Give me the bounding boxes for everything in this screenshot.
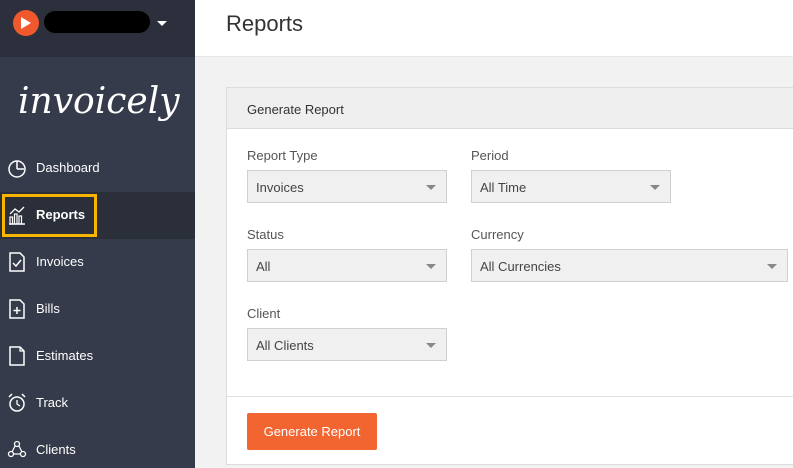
invoicely-logo: invoicely [18, 81, 180, 122]
caret-down-icon [650, 185, 660, 190]
generate-report-button[interactable]: Generate Report [247, 413, 377, 450]
dashboard-icon [8, 160, 26, 178]
generate-report-card: Generate Report Report Type Invoices Per… [226, 87, 793, 465]
invoice-icon [9, 252, 25, 272]
reports-icon [9, 206, 25, 225]
sidebar: invoicely Dashboard Reports Invoices Bil… [0, 0, 195, 468]
page-title: Reports [226, 11, 304, 36]
select-value: All Time [480, 180, 527, 195]
caret-down-icon[interactable] [157, 21, 167, 26]
bill-icon [9, 299, 25, 319]
select-value: All Clients [256, 338, 314, 353]
caret-down-icon [426, 185, 436, 190]
divider [227, 396, 793, 397]
estimate-icon [9, 346, 25, 366]
sidebar-item-label: Bills [36, 301, 60, 316]
select-value: Invoices [256, 180, 304, 195]
sidebar-item-estimates[interactable]: Estimates [0, 333, 195, 380]
sidebar-item-label: Clients [36, 442, 76, 457]
sidebar-item-label: Dashboard [36, 160, 100, 175]
caret-down-icon [767, 264, 777, 269]
sidebar-item-label: Reports [36, 207, 86, 222]
sidebar-item-track[interactable]: Track [0, 380, 195, 427]
alarm-clock-icon [8, 393, 26, 412]
caret-down-icon [426, 343, 436, 348]
sidebar-item-clients[interactable]: Clients [0, 427, 195, 468]
select-value: All [256, 259, 271, 274]
sidebar-item-label: Estimates [36, 348, 94, 363]
report-type-label: Report Type [247, 148, 318, 163]
sidebar-item-label: Invoices [36, 254, 84, 269]
status-label: Status [247, 227, 284, 242]
client-select[interactable]: All Clients [247, 328, 447, 361]
account-switcher[interactable] [0, 0, 195, 57]
caret-down-icon [426, 264, 436, 269]
period-select[interactable]: All Time [471, 170, 671, 203]
report-type-select[interactable]: Invoices [247, 170, 447, 203]
period-label: Period [471, 148, 509, 163]
currency-label: Currency [471, 227, 524, 242]
sidebar-item-invoices[interactable]: Invoices [0, 239, 195, 286]
status-select[interactable]: All [247, 249, 447, 282]
account-avatar[interactable] [13, 10, 39, 36]
card-header: Generate Report [227, 88, 793, 129]
sidebar-item-bills[interactable]: Bills [0, 286, 195, 333]
account-name-redacted[interactable] [44, 11, 150, 33]
play-icon [21, 17, 31, 29]
sidebar-item-dashboard[interactable]: Dashboard [0, 145, 195, 192]
clients-icon [7, 440, 27, 458]
sidebar-item-reports[interactable]: Reports [0, 192, 195, 239]
sidebar-item-label: Track [36, 395, 69, 410]
card-title: Generate Report [247, 102, 344, 117]
top-header: Reports [195, 0, 793, 57]
currency-select[interactable]: All Currencies [471, 249, 788, 282]
select-value: All Currencies [480, 259, 561, 274]
client-label: Client [247, 306, 281, 321]
